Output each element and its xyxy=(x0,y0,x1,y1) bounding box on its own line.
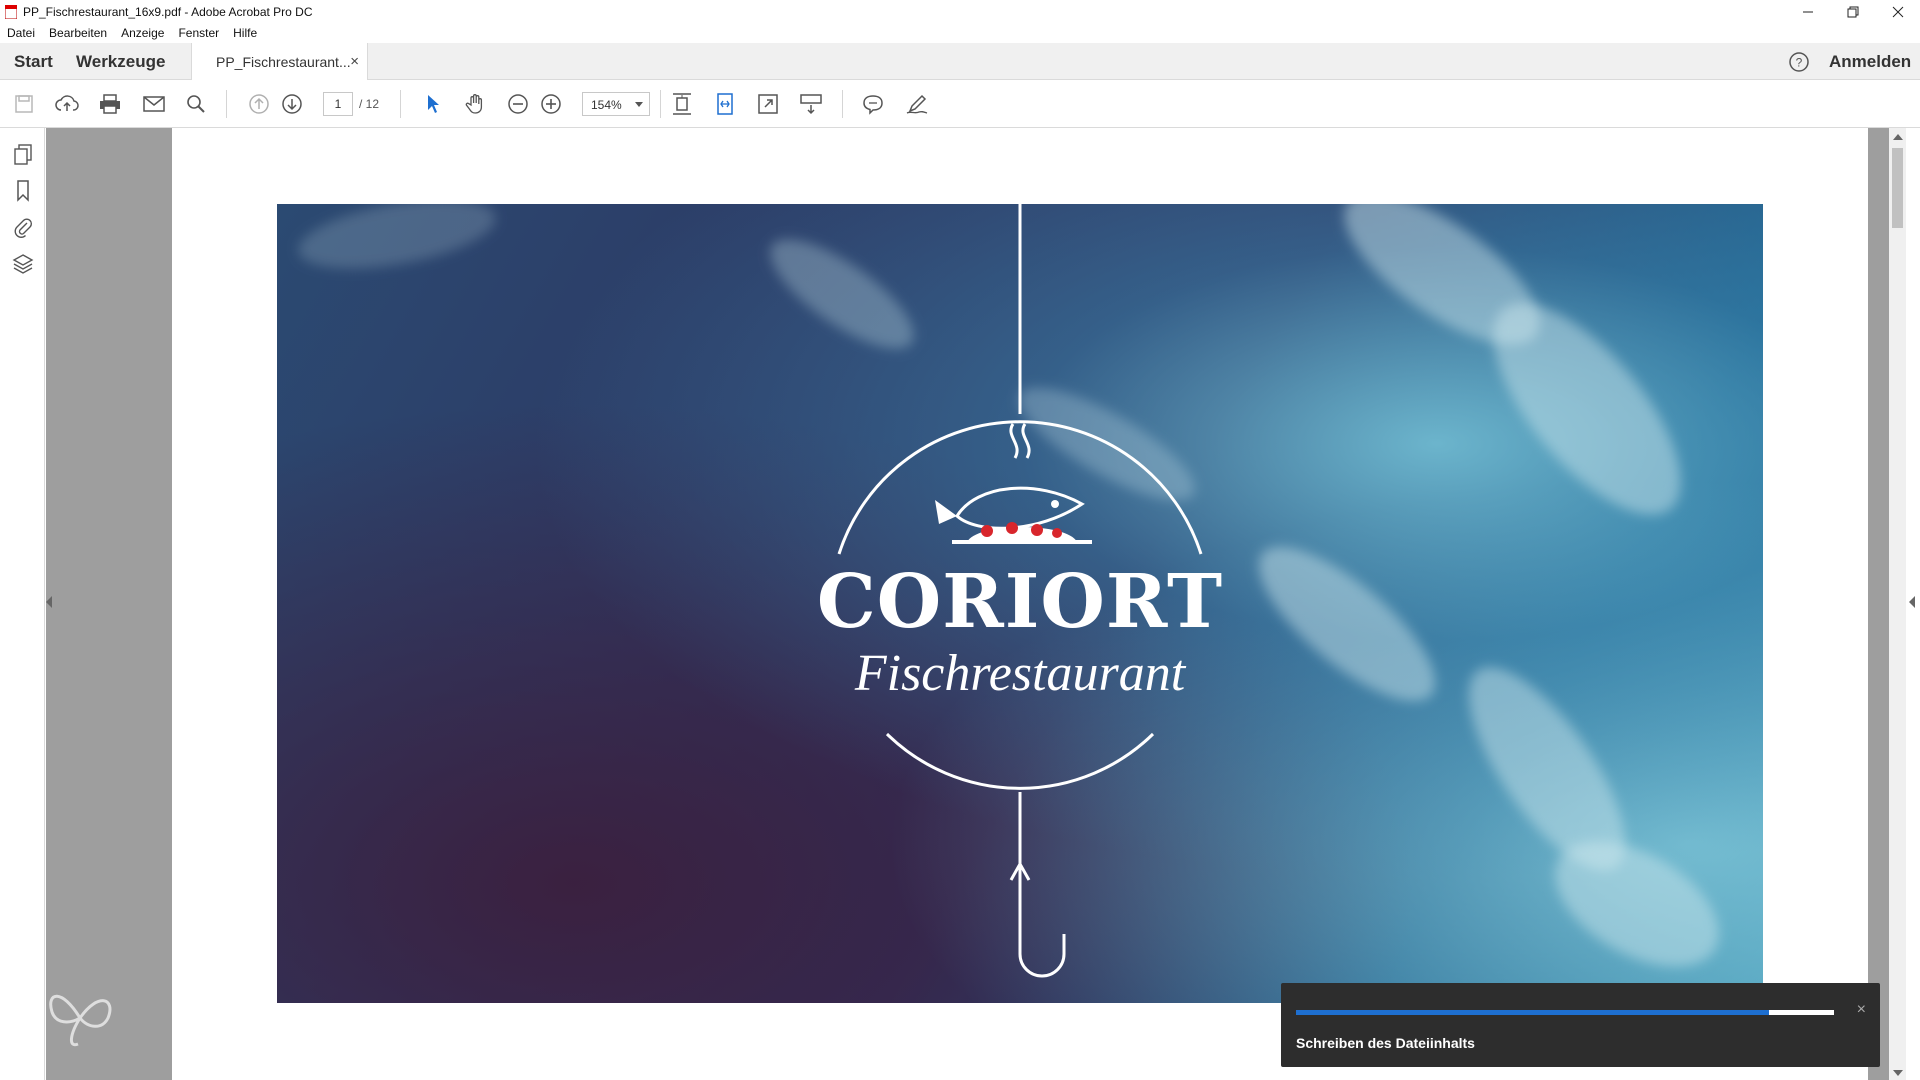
document-fit-icon xyxy=(717,93,733,115)
window-controls xyxy=(1785,0,1920,23)
collapse-left-pane-button[interactable] xyxy=(46,596,52,608)
page-thumbnails-button[interactable] xyxy=(11,143,35,167)
save-button[interactable] xyxy=(10,90,38,118)
printer-icon xyxy=(100,94,120,114)
scrolling-mode-button[interactable] xyxy=(668,90,696,118)
hand-icon xyxy=(465,94,483,114)
save-icon xyxy=(15,95,33,113)
window-title: PP_Fischrestaurant_16x9.pdf - Adobe Acro… xyxy=(23,4,313,19)
notification-close-button[interactable]: × xyxy=(1857,1001,1866,1019)
zoom-in-button[interactable] xyxy=(537,90,565,118)
draw-button[interactable] xyxy=(903,90,931,118)
arrow-down-circle-icon xyxy=(282,94,302,114)
search-button[interactable] xyxy=(182,90,210,118)
progress-bar-fill xyxy=(1296,1010,1770,1015)
restore-icon xyxy=(1847,6,1858,17)
keyboard-down-icon xyxy=(800,94,822,115)
tab-document-label: PP_Fischrestaurant... xyxy=(216,54,351,70)
plus-circle-icon xyxy=(541,94,561,114)
scroll-up-icon[interactable] xyxy=(1893,134,1903,140)
attachments-button[interactable] xyxy=(11,215,35,239)
pdf-page: CORIORT Fischrestaurant xyxy=(172,128,1868,1080)
bookmark-icon xyxy=(17,180,29,202)
full-screen-button[interactable] xyxy=(754,90,782,118)
title-bar: PP_Fischrestaurant_16x9.pdf - Adobe Acro… xyxy=(0,0,1920,23)
menu-item-datei[interactable]: Datei xyxy=(7,26,35,40)
svg-text:?: ? xyxy=(1796,56,1803,70)
menu-item-fenster[interactable]: Fenster xyxy=(178,26,219,40)
tab-home[interactable]: Start xyxy=(14,52,53,72)
document-viewport[interactable]: CORIORT Fischrestaurant xyxy=(46,128,1889,1080)
search-icon xyxy=(187,95,205,113)
fit-width-button[interactable] xyxy=(711,90,739,118)
close-icon xyxy=(1892,6,1903,17)
print-button[interactable] xyxy=(96,90,124,118)
sign-in-link[interactable]: Anmelden xyxy=(1829,52,1911,72)
brand-name: CORIORT xyxy=(816,559,1224,645)
zoom-dropdown[interactable]: 154% xyxy=(582,92,650,116)
brand-subtitle: Fischrestaurant xyxy=(854,645,1186,702)
restore-button[interactable] xyxy=(1830,0,1875,23)
expand-right-pane-button[interactable] xyxy=(1909,596,1915,608)
menu-item-anzeige[interactable]: Anzeige xyxy=(121,26,164,40)
comment-button[interactable] xyxy=(859,90,887,118)
progress-notification: Schreiben des Dateiinhalts × xyxy=(1281,983,1880,1067)
pages-icon xyxy=(14,144,32,165)
zoom-value: 154% xyxy=(591,98,622,112)
toolbar-separator xyxy=(660,90,661,118)
tab-tools[interactable]: Werkzeuge xyxy=(76,52,165,72)
page-total: / 12 xyxy=(359,97,380,111)
progress-message: Schreiben des Dateiinhalts xyxy=(1296,1035,1475,1051)
toolbar-separator xyxy=(842,90,843,118)
read-mode-button[interactable] xyxy=(797,90,825,118)
comment-bubble-icon xyxy=(863,95,883,115)
toolbar-separator xyxy=(400,90,401,118)
layers-icon xyxy=(12,254,34,274)
upload-cloud-button[interactable] xyxy=(53,90,81,118)
bookmarks-button[interactable] xyxy=(11,179,35,203)
left-navigation-pane xyxy=(0,128,45,1080)
acrobat-pdf-icon xyxy=(4,4,18,19)
cloud-upload-icon xyxy=(55,95,79,111)
previous-page-button[interactable] xyxy=(245,90,273,118)
minus-circle-icon xyxy=(508,94,528,114)
minimize-icon xyxy=(1802,11,1813,12)
close-window-button[interactable] xyxy=(1875,0,1920,23)
scroll-down-icon[interactable] xyxy=(1893,1070,1903,1076)
zoom-out-button[interactable] xyxy=(504,90,532,118)
scroll-thumb[interactable] xyxy=(1892,148,1903,228)
menu-item-bearbeiten[interactable]: Bearbeiten xyxy=(49,26,107,40)
help-icon: ? xyxy=(1789,52,1809,72)
minimize-button[interactable] xyxy=(1785,0,1830,23)
progress-bar xyxy=(1296,1010,1834,1015)
main-toolbar: 1 / 12 154% xyxy=(0,80,1920,128)
chevron-down-icon xyxy=(635,102,643,107)
email-button[interactable] xyxy=(140,90,168,118)
vertical-scrollbar[interactable] xyxy=(1889,128,1906,1080)
expand-icon xyxy=(758,94,778,114)
layers-button[interactable] xyxy=(11,252,35,276)
select-tool-button[interactable] xyxy=(419,90,447,118)
paperclip-icon xyxy=(14,218,33,238)
envelope-icon xyxy=(143,96,165,112)
tab-document[interactable]: PP_Fischrestaurant... × xyxy=(191,43,368,80)
menu-bar: Datei Bearbeiten Anzeige Fenster Hilfe xyxy=(0,23,1920,43)
slide-image: CORIORT Fischrestaurant xyxy=(277,204,1763,1003)
next-page-button[interactable] xyxy=(278,90,306,118)
tab-close-button[interactable]: × xyxy=(350,53,359,70)
toolbar-separator xyxy=(226,90,227,118)
menu-item-hilfe[interactable]: Hilfe xyxy=(233,26,257,40)
page-number-input[interactable]: 1 xyxy=(323,92,353,116)
arrow-up-circle-icon xyxy=(249,94,269,114)
fit-page-icon xyxy=(673,93,691,115)
cursor-arrow-icon xyxy=(428,95,439,113)
help-button[interactable]: ? xyxy=(1788,51,1810,73)
tab-bar: Start Werkzeuge PP_Fischrestaurant... × … xyxy=(0,43,1920,80)
hand-tool-button[interactable] xyxy=(462,90,490,118)
pen-icon xyxy=(906,94,928,114)
butterfly-watermark-icon xyxy=(49,994,112,1047)
